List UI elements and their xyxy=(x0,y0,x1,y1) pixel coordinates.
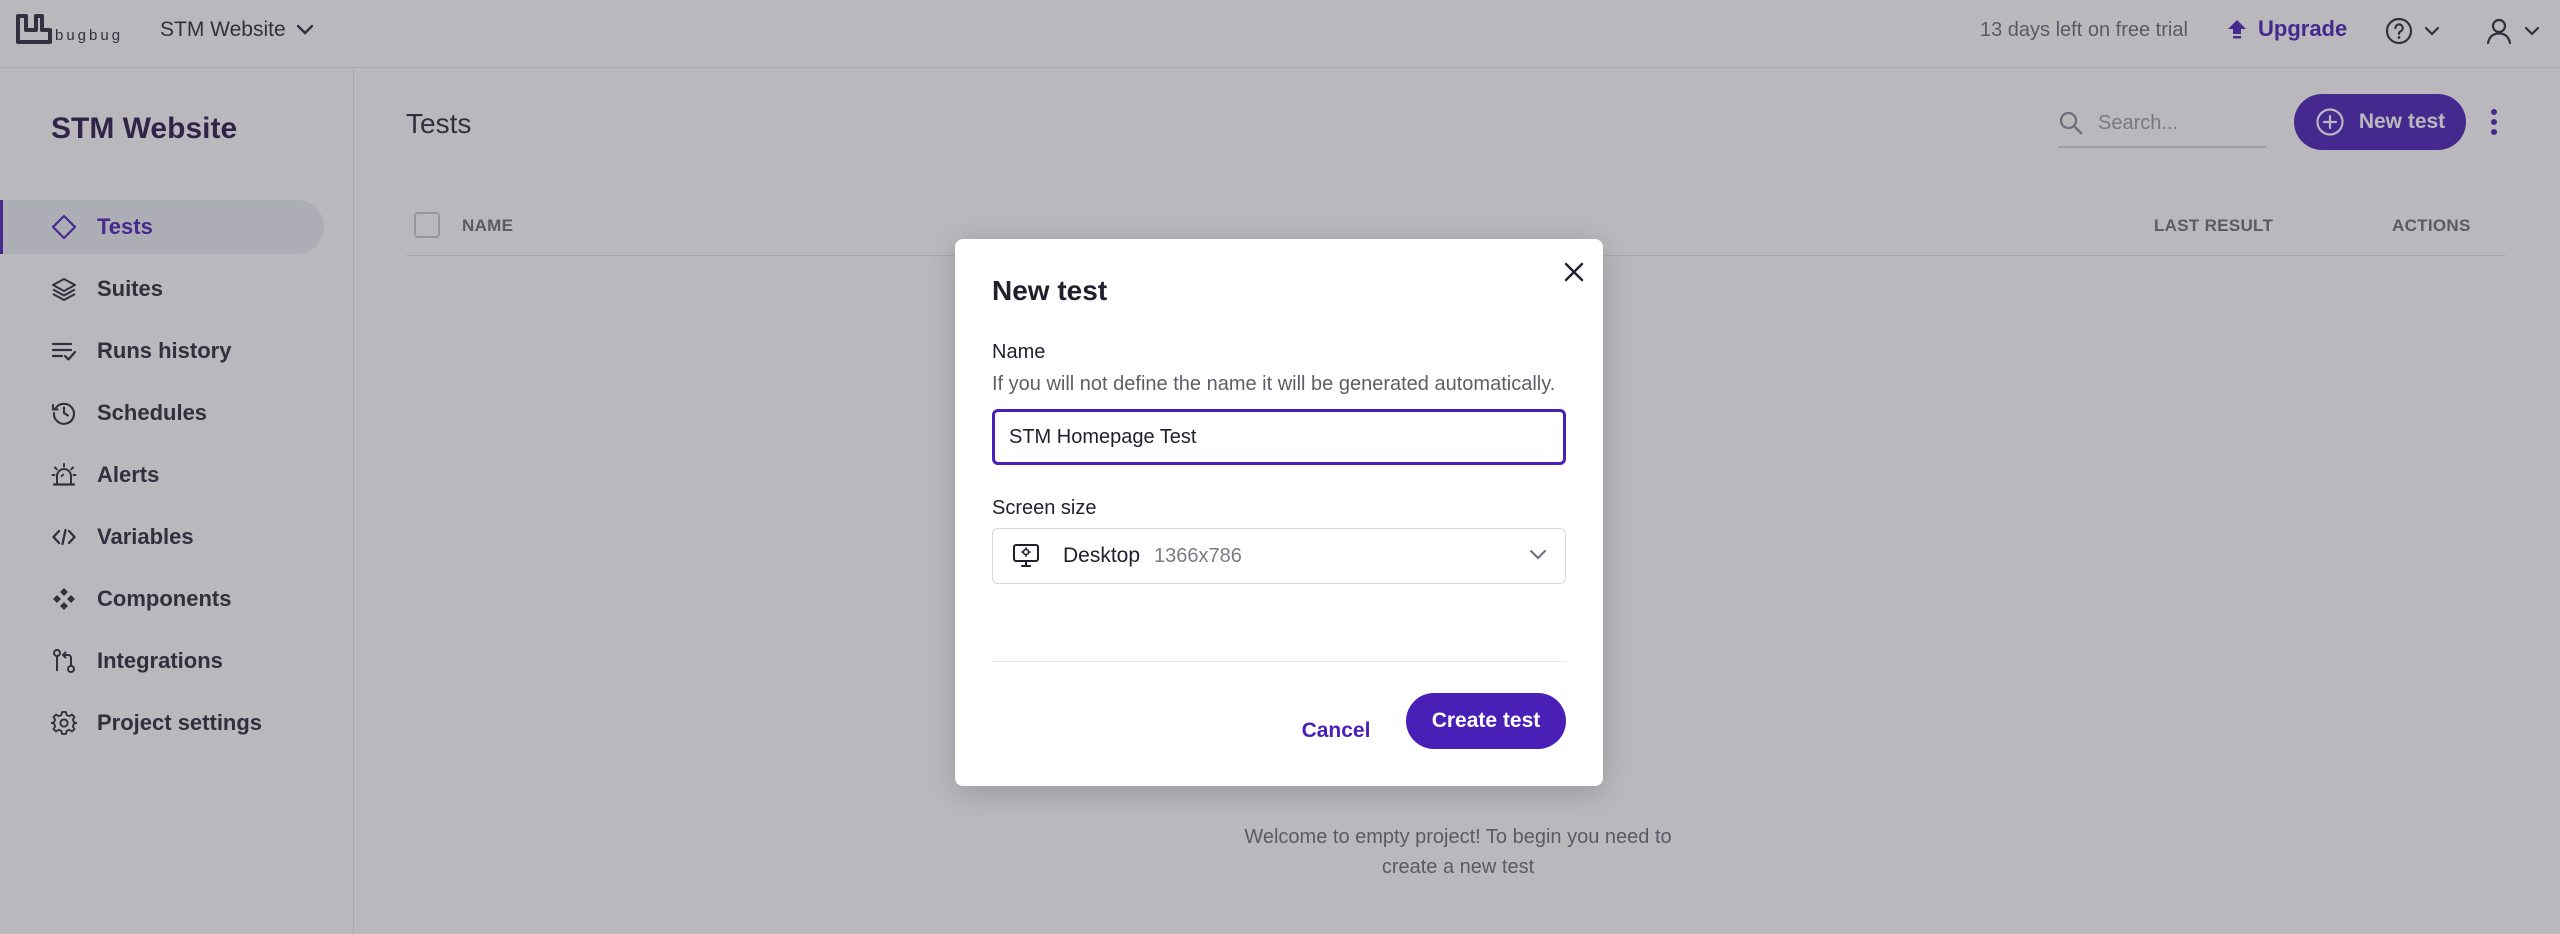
dialog-title: New test xyxy=(992,275,1108,306)
name-field-help: If you will not define the name it will … xyxy=(992,373,1556,395)
screen-size-select[interactable]: Desktop 1366x786 xyxy=(992,528,1566,584)
dialog-divider xyxy=(992,661,1566,662)
close-icon[interactable] xyxy=(1559,257,1589,287)
screen-size-value: Desktop xyxy=(1063,544,1141,567)
new-test-dialog: New test Name If you will not define the… xyxy=(955,239,1603,786)
screen-size-label: Screen size xyxy=(992,497,1097,519)
create-test-button[interactable]: Create test xyxy=(1406,693,1566,749)
test-name-input[interactable] xyxy=(992,409,1566,465)
chevron-down-icon xyxy=(1530,550,1546,560)
screen-size-resolution: 1366x786 xyxy=(1154,544,1242,567)
desktop-monitor-icon xyxy=(1011,541,1041,571)
cancel-button[interactable]: Cancel xyxy=(1295,707,1377,755)
name-field-label: Name xyxy=(992,341,1046,363)
